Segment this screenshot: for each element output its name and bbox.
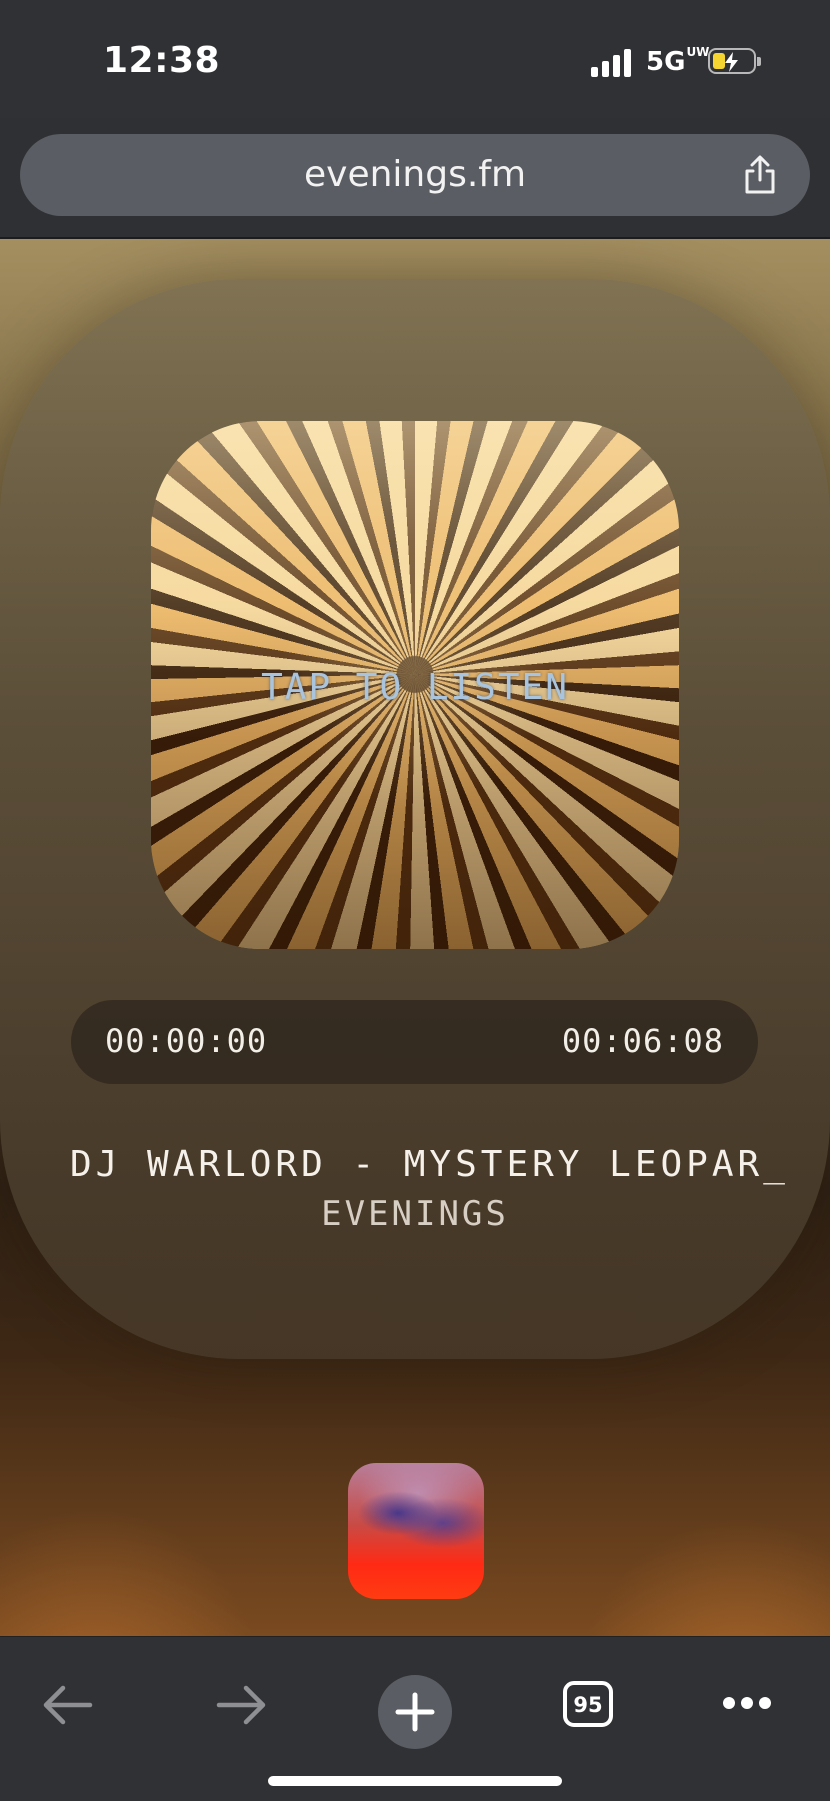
next-track-artwork[interactable] bbox=[348, 1463, 484, 1599]
cellular-signal-icon bbox=[591, 47, 633, 77]
new-tab-button[interactable] bbox=[378, 1675, 452, 1749]
address-bar[interactable]: evenings.fm bbox=[20, 134, 810, 216]
home-indicator[interactable] bbox=[268, 1776, 562, 1786]
album-cover[interactable]: TAP TO LISTEN bbox=[151, 421, 679, 949]
url-text[interactable]: evenings.fm bbox=[20, 154, 810, 195]
network-type: 5GUW bbox=[646, 45, 710, 77]
tab-count: 95 bbox=[573, 1693, 603, 1717]
forward-arrow-icon[interactable] bbox=[215, 1683, 267, 1731]
tap-to-listen-label[interactable]: TAP TO LISTEN bbox=[151, 667, 679, 708]
progress-bar[interactable]: 00:00:00 00:06:08 bbox=[71, 1000, 758, 1084]
artist-name: EVENINGS bbox=[321, 1194, 509, 1234]
battery-icon bbox=[708, 48, 761, 74]
more-dots-icon[interactable] bbox=[722, 1695, 772, 1714]
player-card: TAP TO LISTEN 00:00:00 00:06:08 DJ WARLO… bbox=[0, 279, 830, 1359]
status-bar: 12:38 5GUW bbox=[0, 0, 830, 118]
share-icon[interactable] bbox=[740, 154, 780, 200]
back-arrow-icon[interactable] bbox=[42, 1683, 94, 1731]
plus-icon bbox=[395, 1692, 435, 1732]
tabs-button[interactable]: 95 bbox=[563, 1681, 613, 1727]
track-title: DJ WARLORD - MYSTERY LEOPAR_ bbox=[70, 1144, 789, 1185]
status-time: 12:38 bbox=[103, 40, 221, 81]
current-time: 00:00:00 bbox=[105, 1022, 268, 1060]
total-duration: 00:06:08 bbox=[561, 1022, 724, 1060]
web-page: TAP TO LISTEN 00:00:00 00:06:08 DJ WARLO… bbox=[0, 239, 830, 1636]
